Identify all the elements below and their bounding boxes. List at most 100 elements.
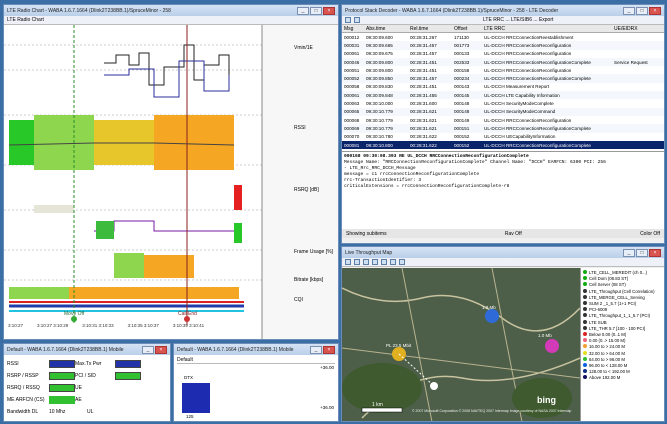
col-rrc[interactable]: LTE RRC (484, 26, 614, 32)
window-title: Live Throughput Map (345, 249, 393, 256)
window-controls: _ × (142, 345, 167, 354)
zoom-in-icon[interactable] (345, 259, 351, 265)
legend-swatch (583, 338, 587, 343)
window-controls: _ □ × (623, 248, 661, 257)
layers-icon[interactable] (381, 259, 387, 265)
info-row: RSRP / RSSP PCI / SID (7, 370, 167, 382)
table-cell: 000012 (344, 34, 360, 40)
close-button[interactable]: × (323, 345, 335, 354)
table-cell: 001773 (454, 42, 470, 48)
close-button[interactable]: × (649, 6, 661, 15)
bar-window: Default - WABA 1.6.7.1664 (Dlink2T238BB.… (173, 343, 339, 422)
table-cell: 00:28:31.457 (410, 76, 437, 82)
grid-icon[interactable] (345, 17, 351, 23)
table-row[interactable]: 000031 09:30:09.665 00:28:31.457 001773 UL-D… (342, 41, 664, 50)
minimize-button[interactable]: _ (623, 6, 635, 15)
info-label: UL (87, 409, 94, 415)
zoom-out-icon[interactable] (354, 259, 360, 265)
legend-swatch (583, 276, 587, 281)
pan-icon[interactable] (363, 259, 369, 265)
table-row[interactable]: 000051 09:30:09.800 00:28:31.451 000158 UL-D… (342, 66, 664, 74)
table-row[interactable]: 000061 09:30:09.675 00:28:31.457 000133 UL-D… (342, 50, 664, 58)
dtx-bar (34, 205, 74, 213)
map-title-bar: Live Throughput Map _ □ × (342, 247, 664, 258)
close-button[interactable]: × (323, 6, 335, 15)
site-label: 1.0 Mb (482, 305, 496, 310)
table-row[interactable]: 000058 09:30:09.830 00:28:31.451 000143 UL-D… (342, 83, 664, 91)
maximize-button[interactable]: □ (636, 6, 648, 15)
table-cell: 000031 (344, 42, 360, 48)
time-tick: 3:10:35 3:10:37 (127, 323, 159, 328)
table-cell: UL-DCCH SecurityModeComplete (484, 101, 554, 107)
legend-item[interactable]: Above 192.00 M (583, 375, 664, 381)
table-cell: 000069 (344, 125, 360, 131)
table-cell: UL-DCCH RRCConnectionReconfiguration (484, 42, 572, 48)
marker-label-move-off: Move Off (64, 311, 85, 317)
table-cell: 000081 (344, 142, 360, 148)
info-label: Bandwidth DL (7, 409, 39, 415)
table-cell: UL-DCCH SecurityModeCommand (484, 109, 556, 115)
col-ue[interactable]: UE/EIDRX (614, 26, 662, 32)
legend-label: SUM 2 _1_5.7 (1+1 PCI) (589, 301, 637, 307)
msg-table: Msg Abs.time Rel.time Offset LTE RRC UE/… (342, 25, 664, 151)
col-abs[interactable]: Abs.time (366, 26, 410, 32)
ruler-icon[interactable] (390, 259, 396, 265)
cell-site[interactable] (485, 309, 499, 323)
table-row[interactable]: 000068 09:30:10.779 00:28:31.621 000149 UL-D… (342, 116, 664, 124)
legend-label: 64.00 to > 96.00 M (589, 356, 625, 362)
info-label: UE (75, 385, 82, 391)
table-row[interactable]: 000012 09:30:09.600 00:28:31.267 171130 UL-D… (342, 33, 664, 41)
table-cell: 00:28:31.451 (410, 67, 437, 73)
throughput-map-window: Live Throughput Map _ □ × 1.0 Mb PL 23.5 Mb… (341, 246, 665, 422)
col-msg[interactable]: Msg (342, 26, 366, 32)
table-cell: 00:28:31.457 (410, 42, 437, 48)
minimize-button[interactable]: _ (310, 345, 322, 354)
table-cell: 09:30:09.600 (366, 34, 393, 40)
table-cell: 171130 (454, 34, 469, 40)
close-button[interactable]: × (155, 345, 167, 354)
table-row[interactable]: 000065 09:30:10.779 00:28:31.621 000148 UL-D… (342, 107, 664, 116)
table-cell: 000148 (454, 109, 470, 115)
cell-site[interactable] (545, 339, 559, 353)
table-row[interactable]: 000052 09:30:09.850 00:28:31.457 000234 UL-D… (342, 74, 664, 83)
axis-panel (262, 25, 338, 339)
close-button[interactable]: × (649, 248, 661, 257)
chart-name: LTE Radio Chart (7, 17, 44, 23)
dtx-value: 125 (186, 414, 194, 419)
filter-field[interactable]: LTE RRC ... LTE/SIB6 ... Export (483, 17, 553, 23)
legend-swatch (583, 332, 587, 337)
site-label: 1.0 Mb (538, 333, 552, 338)
legend-swatch (583, 375, 587, 380)
select-icon[interactable] (372, 259, 378, 265)
table-row[interactable]: 000061 09:30:09.848 00:28:31.455 000145 UL-D… (342, 91, 664, 100)
legend-swatch (583, 282, 587, 287)
table-row[interactable]: 000081 09:30:10.800 00:28:31.622 000152 UL-D… (342, 140, 664, 150)
time-tick: 3:10:39 3:10:41 (172, 323, 205, 328)
col-offset[interactable]: Offset (454, 26, 484, 32)
detail-line: criticalExtensions = rrcConnectionReconf… (344, 184, 510, 189)
table-cell: 00:28:31.600 (410, 101, 437, 107)
info-row: ME ARFCN (CS) AE (7, 394, 167, 406)
minimize-button[interactable]: _ (142, 345, 154, 354)
table-cell: 00:28:31.455 (410, 92, 437, 98)
dtx-bar-fill (182, 383, 210, 413)
tput-block (114, 253, 144, 278)
window-controls: _ □ × (297, 6, 335, 15)
maximize-button[interactable]: □ (636, 248, 648, 257)
legend-swatch (583, 270, 587, 274)
maximize-button[interactable]: □ (310, 6, 322, 15)
scale-label: 1 km (372, 402, 383, 408)
col-rel[interactable]: Rel.time (410, 26, 454, 32)
minimize-button[interactable]: _ (623, 248, 635, 257)
table-cell: 000152 (454, 134, 470, 140)
info-label: RSRP / RSSP (7, 373, 39, 379)
table-row[interactable]: 000069 09:30:10.779 00:28:31.621 000151 UL-D… (342, 124, 664, 133)
table-row[interactable]: 000070 09:30:10.780 00:28:31.622 000152 UL-D… (342, 133, 664, 141)
filter-icon[interactable] (354, 17, 360, 23)
table-cell: UL-DCCH RRCConnectionReconfigurationComp… (484, 59, 591, 65)
settings-icon[interactable] (399, 259, 405, 265)
table-row[interactable]: 000046 09:30:09.800 00:28:31.451 002533 UL-D… (342, 57, 664, 67)
minimize-button[interactable]: _ (297, 6, 309, 15)
table-row[interactable]: 000063 09:30:10.000 00:28:31.600 000148 UL-D… (342, 99, 664, 107)
table-cell: 00:28:31.451 (410, 59, 437, 65)
